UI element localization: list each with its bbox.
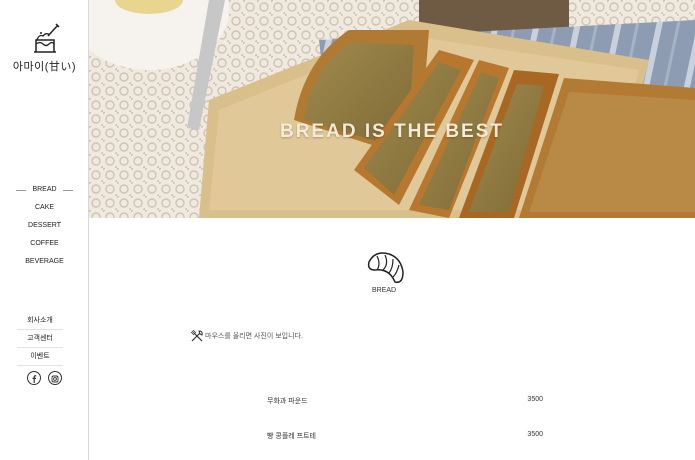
nav-item-cake[interactable]: CAKE [0,199,89,217]
menu-item-name: 빵 콩플레 프트테 [267,433,316,440]
menu-item-price: 3500 [527,431,543,438]
logo-text: 아마이(甘い) [12,61,77,73]
utensils-icon [190,329,203,342]
croissant-icon [367,252,404,284]
main-content: BREAD 마우스를 올리면 사진이 보입니다. 무화과 파운드 3500 빵 … [89,218,695,460]
hint-text: 마우스를 올리면 사진이 보입니다. [205,333,303,340]
cake-logo-icon [33,23,60,53]
menu-item-price: 3500 [527,396,543,403]
subnav-item-customer-center[interactable]: 고객센터 [17,330,63,348]
menu-item[interactable]: 무화과 파운드 3500 [267,396,543,406]
hover-hint: 마우스를 올리면 사진이 보입니다. [190,329,303,343]
hero-banner: BREAD IS THE BEST [89,0,695,218]
nav-item-beverage[interactable]: BEVERAGE [0,253,89,271]
subnav-item-company[interactable]: 회사소개 [17,312,63,330]
sub-nav: 회사소개 고객센터 이벤트 [17,312,63,366]
logo[interactable]: 아마이(甘い) [0,22,89,74]
hero-photo [89,0,695,218]
subnav-item-event[interactable]: 이벤트 [17,348,63,366]
category-nav: BREAD CAKE DESSERT COFFEE BEVERAGE [0,181,89,271]
menu-item[interactable]: 빵 콩플레 프트테 3500 [267,431,543,441]
instagram-icon[interactable] [47,370,62,385]
nav-item-dessert[interactable]: DESSERT [0,217,89,235]
nav-item-bread[interactable]: BREAD [0,181,89,199]
menu-item-name: 무화과 파운드 [267,398,308,405]
social-links [0,369,89,387]
facebook-icon[interactable] [27,370,42,385]
nav-item-coffee[interactable]: COFFEE [0,235,89,253]
category-label: BREAD [371,287,397,294]
sidebar: 아마이(甘い) BREAD CAKE DESSERT COFFEE BEVERA… [0,0,89,460]
hero-title: BREAD IS THE BEST [279,121,505,142]
